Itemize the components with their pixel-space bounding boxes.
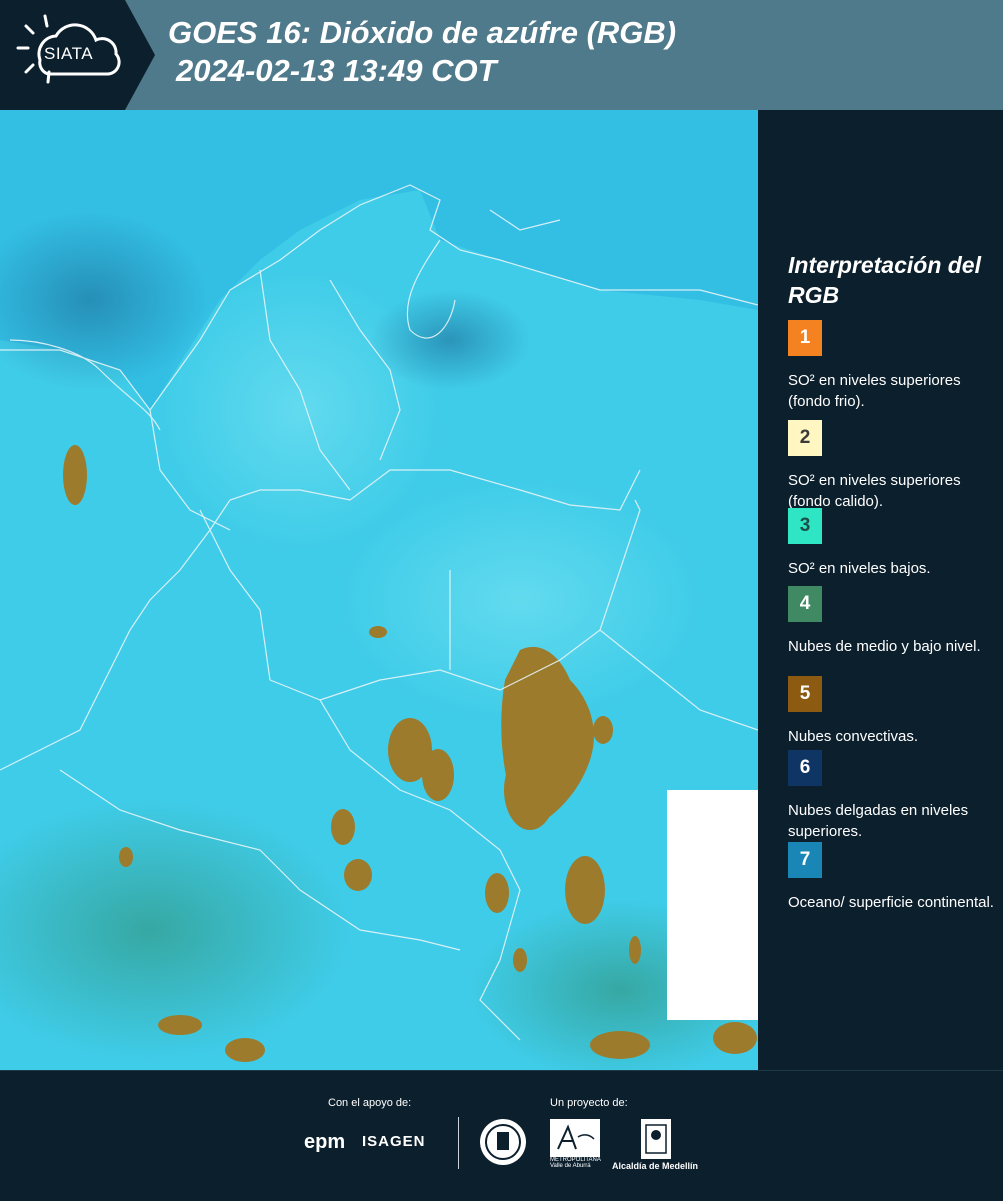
project-label: Un proyecto de: [550,1097,628,1109]
legend-label-2: SO² en niveles superiores (fondo calido)… [788,472,961,510]
legend-item-1: 1 SO² en niveles superiores (fondo frio)… [788,320,998,412]
legend-item-2: 2 SO² en niveles superiores (fondo calid… [788,420,998,512]
isagen-logo: ISAGEN [362,1133,426,1150]
map-canvas [0,110,758,1070]
legend-swatch-5: 5 [788,676,822,712]
legend-label-6: Nubes delgadas en niveles superiores. [788,802,969,840]
legend-label-7: Oceano/ superficie continental. [788,894,994,911]
legend-title: Interpretación del RGB [788,252,981,308]
legend-label-4: Nubes de medio y bajo nivel. [788,638,981,655]
thin-cloud-area-2 [370,290,530,390]
page-title: GOES 16: Dióxido de azúfre (RGB) 2024-02… [168,14,676,90]
legend-item-4: 4 Nubes de medio y bajo nivel. [788,586,998,657]
footer-bar: Con el apoyo de: Un proyecto de: epm ISA… [0,1070,1003,1201]
legend-swatch-7: 7 [788,842,822,878]
medellin-seal-icon [480,1119,526,1165]
legend-item-6: 6 Nubes delgadas en niveles superiores. [788,750,998,842]
footer-divider [458,1117,459,1169]
legend-item-3: 3 SO² en niveles bajos. [788,508,998,579]
legend-swatch-2: 2 [788,420,822,456]
header-bar: SIATA GOES 16: Dióxido de azúfre (RGB) 2… [0,0,1003,110]
legend-label-1: SO² en niveles superiores (fondo frio). [788,372,961,410]
title-line-2: 2024-02-13 13:49 COT [176,53,497,88]
siata-logo: SIATA [0,0,155,110]
legend-label-5: Nubes convectivas. [788,728,919,745]
support-label: Con el apoyo de: [328,1097,412,1109]
legend-swatch-1: 1 [788,320,822,356]
epm-logo: epm [304,1131,346,1153]
legend-swatch-3: 3 [788,508,822,544]
title-line-1: GOES 16: Dióxido de azúfre (RGB) [168,15,677,50]
alcaldia-label: Alcaldía de Medellín [612,1161,699,1171]
legend-panel: Interpretación del RGB 1 SO² en niveles … [758,110,1003,1070]
legend-swatch-4: 4 [788,586,822,622]
legend-swatch-6: 6 [788,750,822,786]
area-metropolitana-logo-icon [550,1119,600,1157]
missing-data-block [667,790,758,1020]
logo-text: SIATA [44,44,94,63]
satellite-map[interactable] [0,110,758,1070]
alcaldia-shield-icon [641,1119,671,1159]
legend-item-5: 5 Nubes convectivas. [788,676,998,747]
legend-item-7: 7 Oceano/ superficie continental. [788,842,998,913]
area-metropolitana-label: METROPOLITANA Valle de Aburrá [550,1157,601,1169]
legend-label-3: SO² en niveles bajos. [788,560,931,577]
